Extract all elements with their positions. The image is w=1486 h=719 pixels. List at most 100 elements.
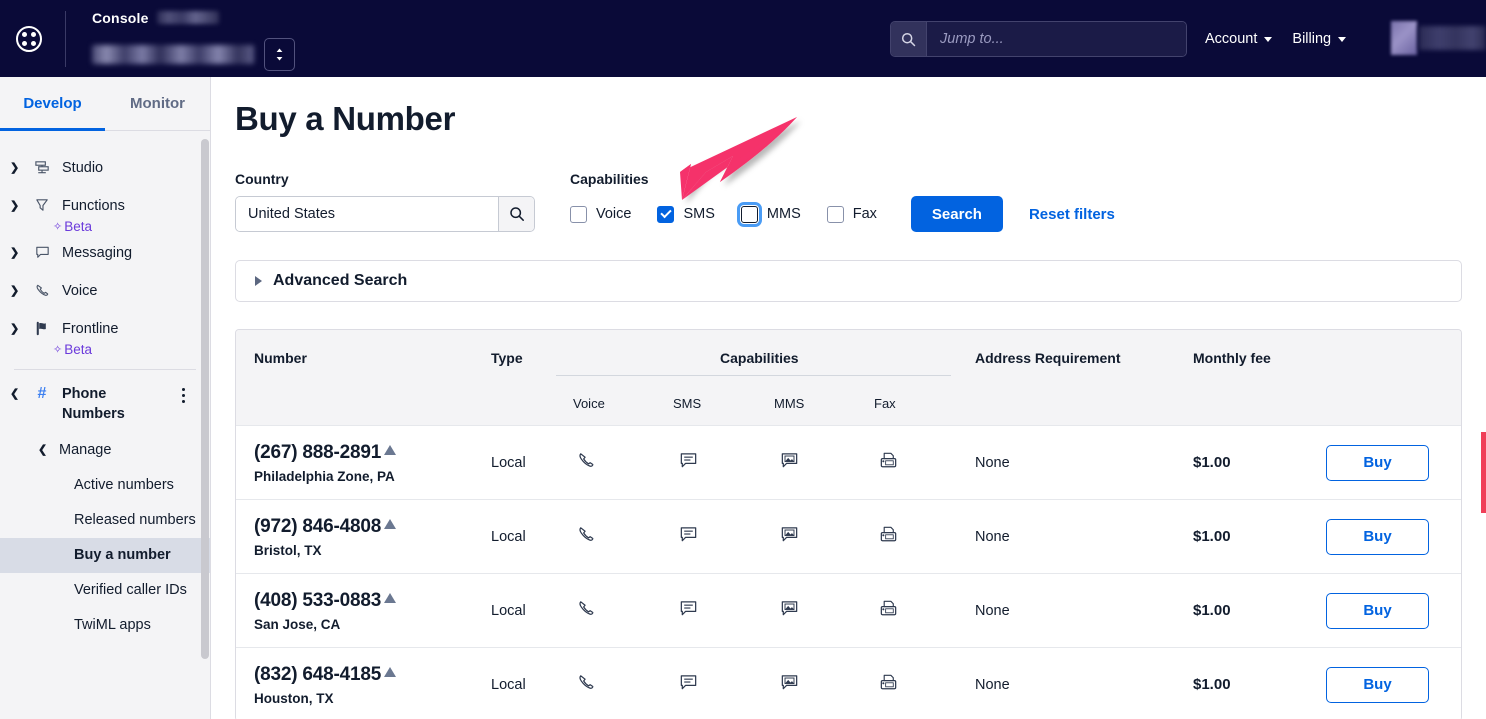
account-menu[interactable]: Account [1205, 31, 1272, 47]
row-monthly-fee: $1.00 [1193, 454, 1231, 471]
sidebar: Develop Monitor ❯ Studio [0, 77, 211, 719]
row-number-cell: (972) 846-4808 Bristol, TX [254, 516, 396, 558]
numbers-table: Number Type Capabilities Voice SMS MMS F… [235, 329, 1462, 719]
table-row[interactable]: (408) 533-0883 San Jose, CA Local None $… [236, 573, 1461, 647]
phone-number: (832) 648-4185 [254, 664, 381, 686]
search-input[interactable] [927, 22, 1186, 56]
sidebar-item-buy-a-number[interactable]: Buy a number [0, 538, 210, 573]
th-sub-mms: MMS [774, 396, 804, 411]
console-account-blurred [157, 11, 219, 24]
tab-monitor[interactable]: Monitor [105, 77, 210, 130]
capabilities-filter: Capabilities Voice SMS MMS Fax [570, 171, 1115, 232]
row-address-requirement: None [975, 529, 1010, 545]
table-header: Number Type Capabilities Voice SMS MMS F… [236, 330, 1461, 425]
apps-grid-button[interactable] [0, 0, 58, 77]
sidebar-item-released-numbers[interactable]: Released numbers [0, 503, 210, 538]
chat-bubble-icon [678, 672, 699, 698]
chat-bubble-icon [678, 598, 699, 624]
capability-voice[interactable]: Voice [570, 206, 631, 223]
buy-button[interactable]: Buy [1326, 667, 1429, 703]
row-address-requirement: None [975, 677, 1010, 693]
search-icon [509, 206, 525, 222]
sidebar-item-buy-a-number-label: Buy a number [74, 547, 171, 563]
chat-bubble-icon [678, 450, 699, 476]
capability-mms-label: MMS [767, 206, 801, 222]
phone-number: (408) 533-0883 [254, 590, 381, 612]
table-row[interactable]: (832) 648-4185 Houston, TX Local None $1… [236, 647, 1461, 719]
advanced-search-label: Advanced Search [273, 272, 407, 290]
sidebar-item-frontline-label: Frontline [62, 319, 118, 339]
capability-sms-label: SMS [683, 206, 714, 222]
chevron-down-icon [1338, 37, 1346, 42]
search-button[interactable] [891, 22, 927, 56]
row-monthly-fee: $1.00 [1193, 676, 1231, 693]
buy-button[interactable]: Buy [1326, 445, 1429, 481]
country-search-button[interactable] [498, 197, 534, 231]
sidebar-item-manage[interactable]: ❮ Manage [0, 432, 210, 468]
chevron-right-icon: ❯ [10, 319, 22, 339]
project-selector-button[interactable] [264, 38, 295, 71]
capability-fax[interactable]: Fax [827, 206, 877, 223]
frontline-icon [31, 319, 53, 337]
more-options-icon[interactable] [182, 388, 185, 403]
row-monthly-fee: $1.00 [1193, 602, 1231, 619]
row-address-requirement: None [975, 455, 1010, 471]
buy-button[interactable]: Buy [1326, 593, 1429, 629]
tab-develop[interactable]: Develop [0, 77, 105, 130]
search-submit-button[interactable]: Search [911, 196, 1003, 232]
fax-machine-icon [878, 524, 899, 550]
triangle-up-icon [384, 445, 396, 455]
phone-numbers-label-line1: Phone [62, 386, 106, 402]
buy-button[interactable]: Buy [1326, 519, 1429, 555]
country-field[interactable] [235, 196, 535, 232]
frontline-beta-badge: ✧ Beta [53, 342, 210, 357]
search-icon [901, 32, 916, 47]
th-sub-fax: Fax [874, 396, 896, 411]
advanced-search-toggle[interactable]: Advanced Search [235, 260, 1462, 302]
sidebar-item-voice[interactable]: ❯ Voice [0, 272, 210, 310]
fax-checkbox[interactable] [827, 206, 844, 223]
fax-machine-icon [878, 598, 899, 624]
phone-numbers-label-line2: Numbers [62, 406, 125, 422]
sms-checkbox[interactable] [657, 206, 674, 223]
reset-filters-link[interactable]: Reset filters [1029, 206, 1115, 223]
sidebar-item-active-numbers[interactable]: Active numbers [0, 468, 210, 503]
capability-mms[interactable]: MMS [741, 206, 801, 223]
mms-checkbox[interactable] [741, 206, 758, 223]
voice-checkbox[interactable] [570, 206, 587, 223]
sidebar-item-released-numbers-label: Released numbers [74, 512, 196, 528]
user-name-blurred[interactable] [1419, 26, 1486, 50]
avatar[interactable] [1391, 21, 1417, 55]
row-type: Local [491, 455, 526, 471]
sidebar-item-verified-caller-ids[interactable]: Verified caller IDs [0, 573, 210, 608]
frontline-beta-label: Beta [64, 342, 92, 357]
console-block: Console [92, 0, 295, 77]
sidebar-item-voice-label: Voice [62, 281, 97, 301]
sidebar-item-messaging[interactable]: ❯ Messaging [0, 234, 210, 272]
phone-handset-icon [576, 598, 597, 624]
row-type: Local [491, 529, 526, 545]
capability-sms[interactable]: SMS [657, 206, 714, 223]
phone-location: Philadelphia Zone, PA [254, 469, 396, 484]
functions-beta-label: Beta [64, 219, 92, 234]
studio-icon [31, 158, 53, 176]
row-monthly-fee: $1.00 [1193, 528, 1231, 545]
sidebar-item-studio[interactable]: ❯ Studio [0, 149, 210, 187]
triangle-up-icon [384, 593, 396, 603]
country-input[interactable] [236, 197, 498, 231]
billing-menu[interactable]: Billing [1292, 31, 1346, 47]
capability-voice-label: Voice [596, 206, 631, 222]
th-fee: Monthly fee [1193, 350, 1271, 366]
image-bubble-icon [779, 672, 800, 698]
sidebar-item-manage-label: Manage [59, 442, 111, 458]
sidebar-item-twiml-apps[interactable]: TwiML apps [0, 608, 210, 643]
chevron-up-down-icon [274, 47, 285, 62]
table-row[interactable]: (267) 888-2891 Philadelphia Zone, PA Loc… [236, 425, 1461, 499]
sidebar-item-phone-numbers[interactable]: ❮ # Phone Numbers [0, 376, 210, 432]
row-type: Local [491, 677, 526, 693]
th-sub-sms: SMS [673, 396, 701, 411]
global-search[interactable] [890, 21, 1187, 57]
sidebar-scrollbar[interactable] [201, 139, 209, 659]
table-row[interactable]: (972) 846-4808 Bristol, TX Local None $1… [236, 499, 1461, 573]
sidebar-divider [14, 369, 196, 370]
